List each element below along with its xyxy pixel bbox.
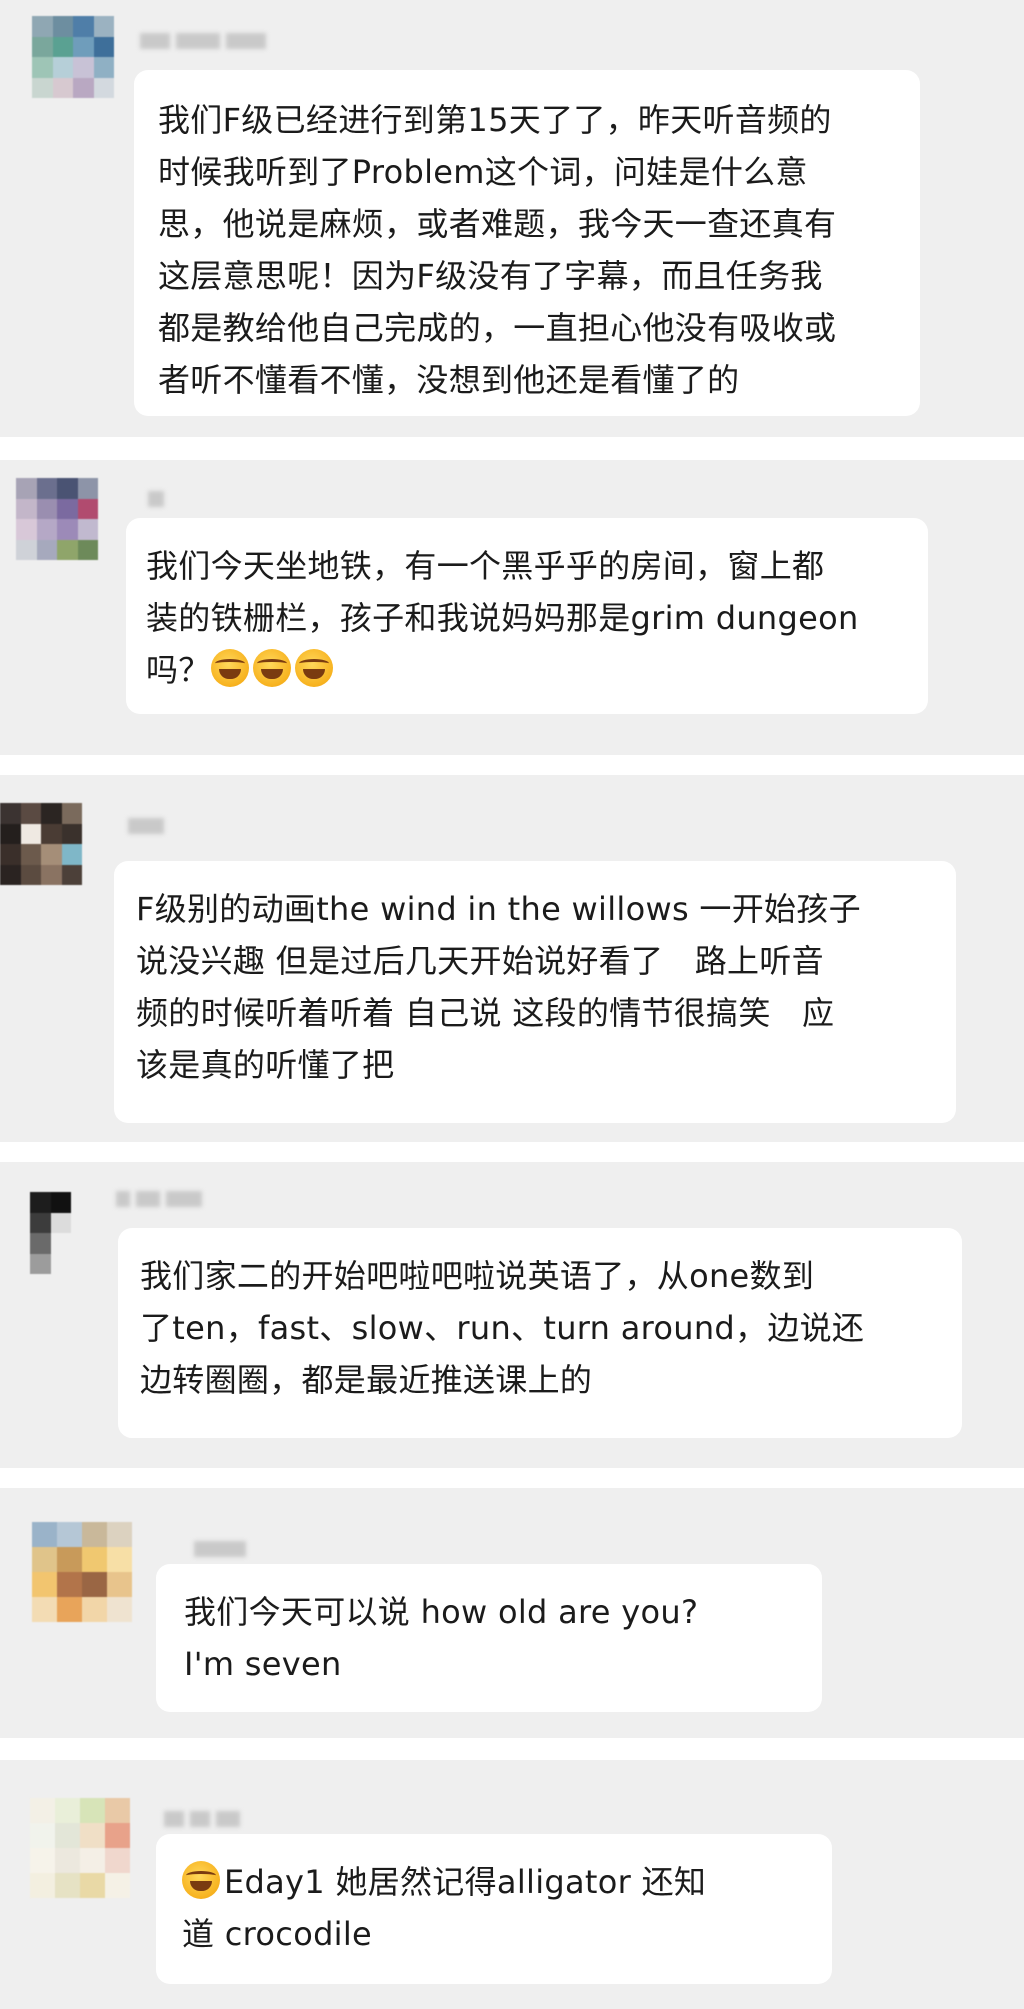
message-bubble: 我们今天可以说 how old are you? I'm seven [156,1564,822,1712]
username-obscured [164,1808,246,1830]
message-card: 我们今天坐地铁，有一个黑乎乎的房间，窗上都 装的铁栅栏，孩子和我说妈妈那是gri… [0,460,1024,755]
username-obscured [116,1188,208,1210]
laughing-crying-icon [252,649,291,687]
message-bubble: 我们F级已经进行到第15天了了，昨天听音频的 时候我听到了Problem这个词，… [134,70,920,416]
laughing-crying-icon [182,1861,220,1899]
username-obscured [148,488,170,510]
laughing-crying-icon [294,649,333,687]
message-text: 我们家二的开始吧啦吧啦说英语了，从one数到 了ten，fast、slow、ru… [140,1257,865,1399]
message-bubble: F级别的动画the wind in the willows 一开始孩子 说没兴趣… [114,861,956,1123]
chat-feed: 我们F级已经进行到第15天了了，昨天听音频的 时候我听到了Problem这个词，… [0,0,1024,2009]
avatar[interactable] [30,1192,112,1274]
avatar[interactable] [30,1798,130,1898]
message-bubble: 我们家二的开始吧啦吧啦说英语了，从one数到 了ten，fast、slow、ru… [118,1228,962,1438]
avatar[interactable] [16,478,98,560]
message-text: Eday1 她居然记得alligator 还知 道 crocodile [182,1863,707,1953]
username-obscured [128,815,170,837]
message-card: F级别的动画the wind in the willows 一开始孩子 说没兴趣… [0,775,1024,1142]
message-text: F级别的动画the wind in the willows 一开始孩子 说没兴趣… [136,890,861,1084]
message-card: 我们今天可以说 how old are you? I'm seven [0,1488,1024,1738]
message-bubble: 我们今天坐地铁，有一个黑乎乎的房间，窗上都 装的铁栅栏，孩子和我说妈妈那是gri… [126,518,928,714]
laughing-crying-icon [210,649,249,687]
message-card: Eday1 她居然记得alligator 还知 道 crocodile [0,1760,1024,2009]
message-bubble: Eday1 她居然记得alligator 还知 道 crocodile [156,1834,832,1984]
username-obscured [194,1538,252,1560]
message-text: 我们F级已经进行到第15天了了，昨天听音频的 时候我听到了Problem这个词，… [158,101,837,399]
message-text: 我们今天可以说 how old are you? I'm seven [184,1593,699,1683]
message-card: 我们F级已经进行到第15天了了，昨天听音频的 时候我听到了Problem这个词，… [0,0,1024,437]
avatar[interactable] [0,803,82,885]
avatar[interactable] [32,1522,132,1622]
avatar[interactable] [32,16,114,98]
message-card: 我们家二的开始吧啦吧啦说英语了，从one数到 了ten，fast、slow、ru… [0,1162,1024,1468]
username-obscured [140,30,272,52]
